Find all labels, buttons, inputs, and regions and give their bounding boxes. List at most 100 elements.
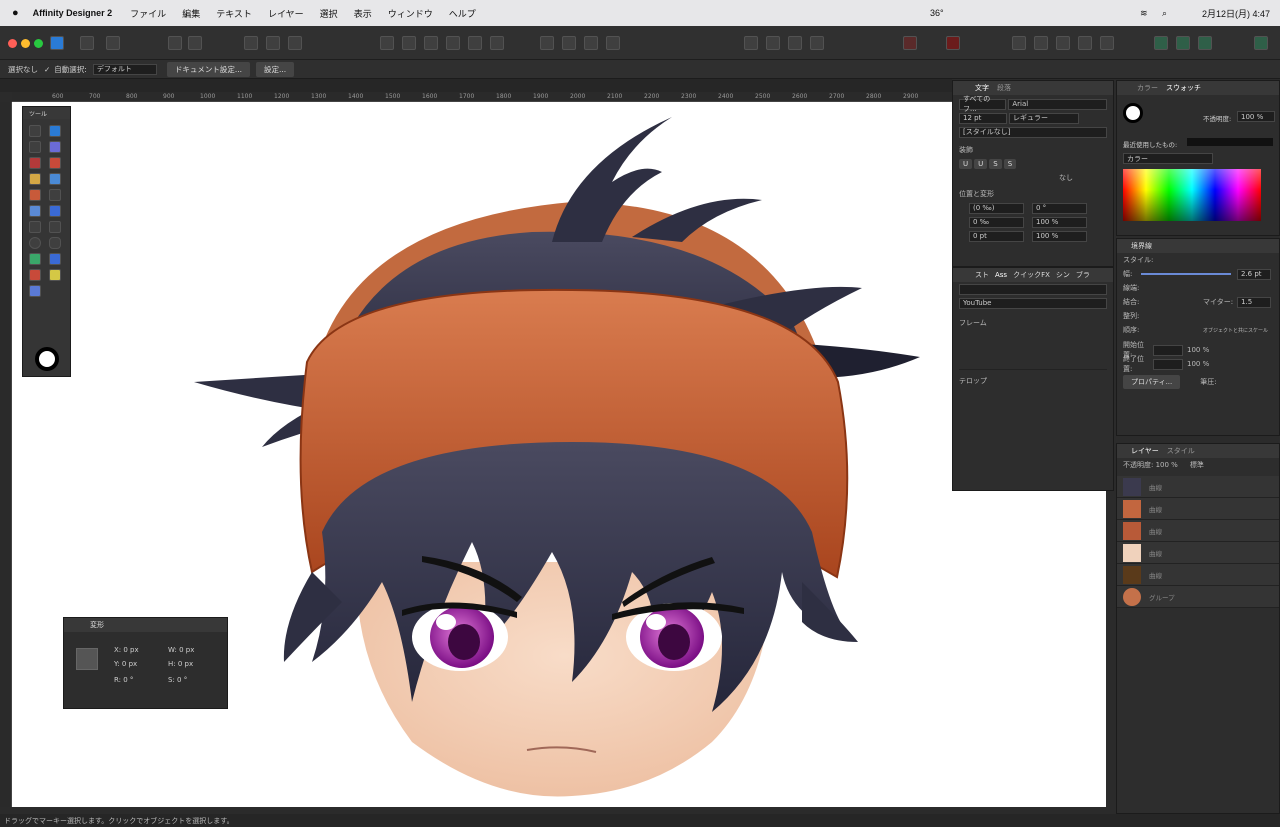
node-tool-icon[interactable] — [29, 141, 41, 153]
layer-row[interactable]: 曲線 — [1117, 498, 1279, 520]
order-forward-icon[interactable] — [584, 36, 598, 50]
artboard-tool-icon[interactable] — [48, 125, 61, 137]
kerning-field[interactable]: (0 ‰) — [969, 202, 1024, 214]
transform-r[interactable]: R: 0 ° — [114, 676, 133, 684]
order-backward-icon[interactable] — [562, 36, 576, 50]
layer-row[interactable]: 曲線 — [1117, 564, 1279, 586]
menu-help[interactable]: ヘルプ — [449, 7, 476, 20]
layer-row[interactable]: 曲線 — [1117, 476, 1279, 498]
clock[interactable]: 2月12日(月) 4:47 — [1202, 7, 1270, 20]
order-back-icon[interactable] — [540, 36, 554, 50]
stroke-start-dropdown[interactable] — [1153, 344, 1183, 356]
layer-opacity[interactable]: 不透明度: 100 % — [1123, 460, 1178, 470]
align-middle-icon[interactable] — [468, 36, 482, 50]
tab-color[interactable]: カラー — [1137, 83, 1158, 93]
align-bottom-icon[interactable] — [490, 36, 504, 50]
flip-h-icon[interactable] — [744, 36, 758, 50]
stroke-tab[interactable]: 境界線 — [1117, 239, 1279, 253]
assets-category-dropdown[interactable]: YouTube — [959, 297, 1107, 309]
boolean-xor-icon[interactable] — [1078, 36, 1092, 50]
arrange-icon[interactable] — [288, 36, 302, 50]
boolean-intersect-icon[interactable] — [1056, 36, 1070, 50]
transform-tab[interactable]: 変形 — [64, 618, 227, 632]
document-setup-button[interactable]: ドキュメント設定... — [166, 61, 250, 77]
flip-v-icon[interactable] — [766, 36, 780, 50]
tab-brushes[interactable]: ブラ — [1076, 270, 1090, 280]
gradient-tool-icon[interactable] — [29, 205, 41, 217]
vector-brush-icon[interactable] — [29, 173, 41, 185]
designer-persona-icon[interactable] — [50, 36, 64, 50]
align-center-icon[interactable] — [402, 36, 416, 50]
font-dropdown[interactable]: Arial — [1008, 98, 1107, 110]
rectangle-tool-icon[interactable] — [48, 221, 61, 233]
assets-search-input[interactable] — [959, 283, 1107, 295]
snapping-icon[interactable] — [946, 36, 960, 50]
settings-button[interactable]: 設定... — [255, 61, 295, 77]
transform-y[interactable]: Y: 0 px — [114, 660, 137, 668]
ellipse-tool-icon[interactable] — [29, 237, 41, 249]
color-picker-icon[interactable] — [29, 189, 41, 201]
stroke-width-field[interactable]: 2.6 pt — [1237, 268, 1271, 280]
align-top-icon[interactable] — [446, 36, 460, 50]
tracking-field[interactable]: 0 ‰ — [969, 216, 1024, 228]
pixel-persona-icon[interactable] — [80, 36, 94, 50]
account-icon[interactable] — [1254, 36, 1268, 50]
constraints-icon[interactable] — [188, 36, 202, 50]
auto-select-dropdown[interactable]: デフォルト — [92, 63, 157, 75]
menu-layer[interactable]: レイヤー — [268, 7, 304, 20]
align-right-icon[interactable] — [424, 36, 438, 50]
decoration-header[interactable]: 装飾 — [953, 143, 1113, 157]
zoom-button[interactable] — [34, 39, 43, 48]
stroke-width-slider[interactable] — [1141, 273, 1231, 275]
double-underline-icon[interactable]: U — [974, 159, 988, 169]
recent-colors[interactable] — [1187, 138, 1273, 146]
transform-w[interactable]: W: 0 px — [168, 646, 194, 654]
blend-mode-dropdown[interactable]: 標準 — [1190, 460, 1204, 470]
scale-y-field[interactable]: 100 % — [1032, 230, 1087, 242]
properties-button[interactable]: プロパティ... — [1123, 375, 1181, 389]
move-tool-icon[interactable] — [29, 125, 41, 137]
menu-select[interactable]: 選択 — [320, 7, 338, 20]
scale-x-field[interactable]: 100 % — [1032, 216, 1087, 228]
transform-h[interactable]: H: 0 px — [168, 660, 193, 668]
search-icon[interactable]: ⌕ — [1162, 8, 1167, 19]
miter-field[interactable]: 1.5 — [1237, 296, 1272, 308]
telop-thumbnails[interactable] — [959, 390, 1107, 450]
auto-select-checkbox[interactable]: ✓ — [44, 65, 50, 74]
place-image-icon[interactable] — [48, 205, 61, 217]
strikethrough-icon[interactable]: S — [989, 159, 1002, 169]
rounded-rect-tool-icon[interactable] — [48, 237, 61, 249]
position-header[interactable]: 位置と変形 — [953, 187, 1113, 201]
transform-icon[interactable] — [266, 36, 280, 50]
tab-symbols[interactable]: シン — [1056, 270, 1070, 280]
transparency-tool-icon[interactable] — [48, 189, 61, 201]
font-size-field[interactable]: 12 pt — [959, 112, 1007, 124]
tab-paragraph[interactable]: 段落 — [997, 83, 1011, 93]
asset-group-frames[interactable]: フレーム — [953, 316, 1113, 330]
layer-row[interactable]: 曲線 — [1117, 520, 1279, 542]
font-weight-dropdown[interactable]: レギュラー — [1009, 112, 1079, 124]
scale-with-object-checkbox[interactable]: オブジェクトと共にスケール — [1203, 327, 1268, 334]
tab-character[interactable]: 文字 — [975, 83, 989, 93]
underline-icon[interactable]: U — [959, 159, 973, 169]
rotate-ccw-icon[interactable] — [810, 36, 824, 50]
shear-field[interactable]: 0 ° — [1032, 202, 1087, 214]
share-icon[interactable] — [1154, 36, 1168, 50]
crop-tool-icon[interactable] — [29, 221, 41, 233]
align-left-icon[interactable] — [380, 36, 394, 50]
export-persona-icon[interactable] — [106, 36, 120, 50]
frames-thumbnails[interactable] — [959, 332, 1107, 370]
anchor-grid[interactable] — [76, 648, 98, 670]
boolean-subtract-icon[interactable] — [1034, 36, 1048, 50]
apple-icon[interactable]: ● — [12, 7, 19, 19]
help-icon[interactable] — [1198, 36, 1212, 50]
wifi-icon[interactable]: ≋ — [1140, 8, 1148, 19]
menu-edit[interactable]: 編集 — [182, 7, 200, 20]
tab-stock[interactable]: スト — [975, 270, 989, 280]
boolean-add-icon[interactable] — [1012, 36, 1026, 50]
tab-quickfx[interactable]: クイックFX — [1013, 270, 1050, 280]
menu-view[interactable]: 表示 — [354, 7, 372, 20]
rotate-icon[interactable] — [788, 36, 802, 50]
fill-stroke-swatch[interactable] — [35, 347, 59, 371]
highlighter-tool-icon[interactable] — [48, 269, 61, 281]
